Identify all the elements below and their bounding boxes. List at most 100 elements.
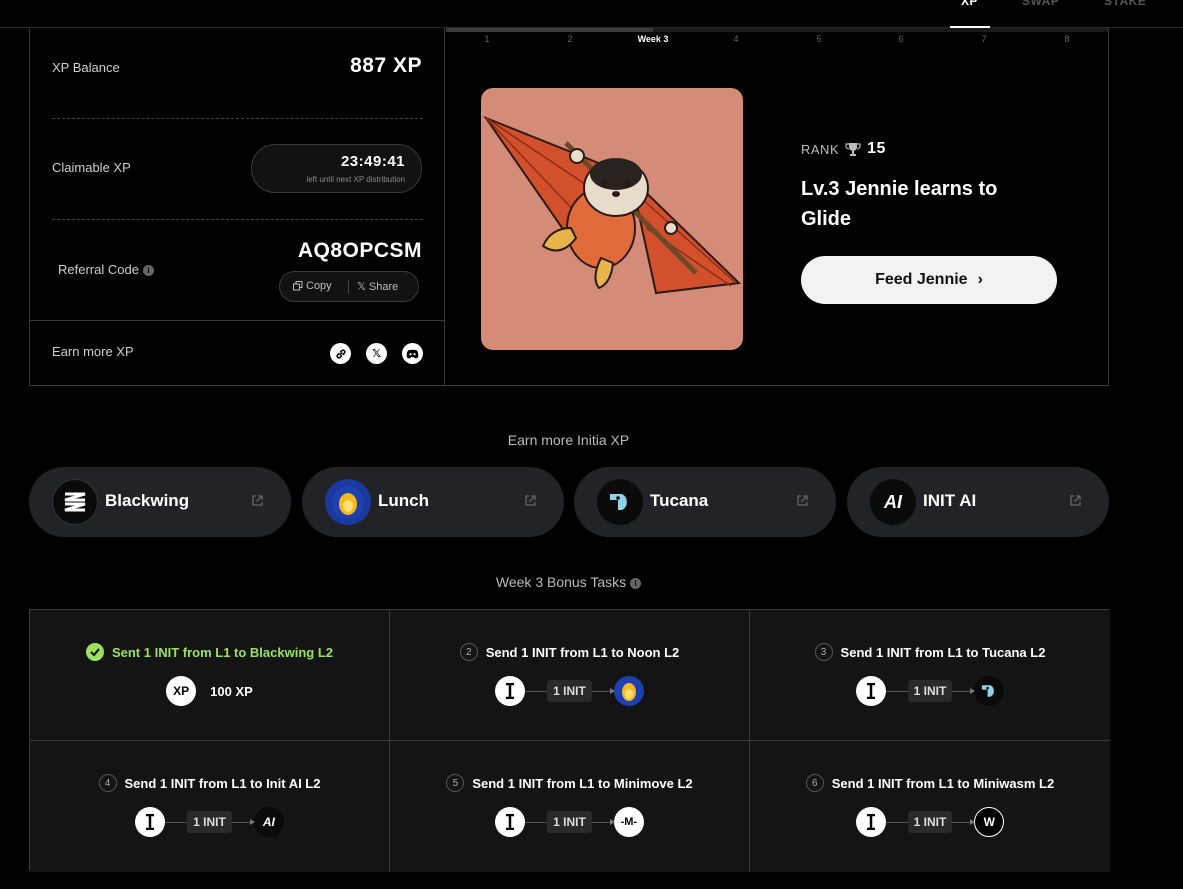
task-header: 6 Send 1 INIT from L1 to Miniwasm L2 xyxy=(750,774,1110,792)
init-token-icon xyxy=(855,807,886,837)
init-token-icon xyxy=(855,676,886,706)
x-icon: 𝕏 xyxy=(357,281,366,293)
task-flow: 1 INIT W xyxy=(750,807,1110,837)
tucana-icon xyxy=(974,676,1005,706)
nft-panel: RANK 15 Lv.3 Jennie learns to Glide Feed… xyxy=(444,28,1109,386)
tab-stake[interactable]: STAKE xyxy=(1104,0,1146,8)
referral-code-label-text: Referral Code xyxy=(58,262,139,277)
task-label: Send 1 INIT from L1 to Init AI L2 xyxy=(124,775,321,791)
app-card-tucana[interactable]: Tucana xyxy=(574,467,836,537)
app-card-init-ai[interactable]: AI INIT AI xyxy=(847,467,1109,537)
countdown-caption: left until next XP distribution xyxy=(306,175,405,184)
divider xyxy=(885,821,908,823)
app-card-lunch[interactable]: Lunch xyxy=(302,467,564,537)
copy-share-group: Copy 𝕏 Share xyxy=(279,271,419,302)
init-token-icon xyxy=(495,676,526,706)
external-link-icon xyxy=(252,495,263,506)
discord-icon[interactable] xyxy=(402,343,423,364)
task-card[interactable]: Sent 1 INIT from L1 to Blackwing L2 XP 1… xyxy=(30,610,390,741)
task-flow: 1 INIT -M- xyxy=(390,807,749,837)
divider xyxy=(348,280,349,294)
feed-jennie-label: Feed Jennie xyxy=(875,271,968,288)
divider xyxy=(165,821,188,823)
task-number: 5 xyxy=(446,774,465,792)
arrow-right-icon xyxy=(591,687,615,694)
app-name: INIT AI xyxy=(923,491,977,510)
xp-balance-value: 887 XP xyxy=(350,54,422,77)
task-header: 4 Send 1 INIT from L1 to Init AI L2 xyxy=(30,774,389,792)
task-label: Send 1 INIT from L1 to Minimove L2 xyxy=(472,775,693,791)
task-label: Send 1 INIT from L1 to Tucana L2 xyxy=(840,644,1046,660)
task-flow: 1 INIT xyxy=(390,676,749,706)
tab-swap[interactable]: SWAP xyxy=(1022,0,1059,8)
xp-badge-icon: XP xyxy=(166,676,197,706)
share-button[interactable]: 𝕏 Share xyxy=(357,280,399,294)
info-icon[interactable]: i xyxy=(630,577,642,589)
top-nav: XP SWAP STAKE xyxy=(0,0,1183,28)
arrow-right-icon xyxy=(591,818,615,825)
app-name: Lunch xyxy=(378,491,429,510)
jennie-nft-image xyxy=(481,88,743,350)
task-card[interactable]: 6 Send 1 INIT from L1 to Miniwasm L2 1 I… xyxy=(750,741,1110,872)
task-card[interactable]: 3 Send 1 INIT from L1 to Tucana L2 1 INI… xyxy=(750,610,1110,741)
trophy-icon xyxy=(845,142,861,156)
task-card[interactable]: 2 Send 1 INIT from L1 to Noon L2 1 INIT xyxy=(390,610,750,741)
earn-more-xp-label: Earn more XP xyxy=(52,344,134,359)
amount-badge: 1 INIT xyxy=(547,811,592,833)
amount-badge: 1 INIT xyxy=(907,680,953,702)
init-token-icon xyxy=(135,807,166,837)
feed-jennie-button[interactable]: Feed Jennie › xyxy=(801,256,1057,304)
reward-amount: 100 XP xyxy=(210,683,253,699)
x-icon[interactable]: 𝕏 xyxy=(366,343,387,364)
task-flow: 1 INIT xyxy=(750,676,1110,706)
check-circle-icon xyxy=(85,643,104,661)
task-card[interactable]: 5 Send 1 INIT from L1 to Minimove L2 1 I… xyxy=(390,741,750,872)
rank: RANK 15 xyxy=(801,140,886,158)
share-label: Share xyxy=(368,280,399,293)
rank-label: RANK xyxy=(801,141,840,157)
task-header: 2 Send 1 INIT from L1 to Noon L2 xyxy=(390,643,749,661)
task-number: 3 xyxy=(814,643,833,661)
tab-xp[interactable]: XP xyxy=(961,0,978,8)
divider xyxy=(52,219,423,220)
link-icon[interactable] xyxy=(330,343,351,364)
init-ai-icon: AI xyxy=(253,807,284,837)
copy-icon xyxy=(293,281,303,291)
app-card-blackwing[interactable]: Blackwing xyxy=(29,467,291,537)
task-label: Send 1 INIT from L1 to Miniwasm L2 xyxy=(831,775,1055,791)
arrow-right-icon xyxy=(952,687,976,694)
task-label: Sent 1 INIT from L1 to Blackwing L2 xyxy=(111,644,334,660)
xp-panel: XP Balance 887 XP Claimable XP 23:49:41 … xyxy=(29,28,445,386)
amount-badge: 1 INIT xyxy=(187,811,232,833)
app-name: Tucana xyxy=(650,491,709,510)
bonus-tasks-grid: Sent 1 INIT from L1 to Blackwing L2 XP 1… xyxy=(29,609,1110,872)
blackwing-icon xyxy=(52,479,98,525)
nft-title: Lv.3 Jennie learns to Glide xyxy=(801,178,998,230)
external-link-icon xyxy=(797,495,808,506)
task-number: 4 xyxy=(98,774,117,792)
copy-label: Copy xyxy=(306,280,332,292)
app-name: Blackwing xyxy=(105,491,190,510)
info-icon[interactable]: i xyxy=(142,265,154,277)
divider xyxy=(525,821,548,823)
earn-more-section-title: Earn more Initia XP xyxy=(507,432,630,448)
earn-more-xp-row: Earn more XP 𝕏 xyxy=(30,320,445,386)
task-label: Send 1 INIT from L1 to Noon L2 xyxy=(485,644,680,660)
xp-balance-label: XP Balance xyxy=(52,60,120,75)
referral-code-value: AQ8OPCSM xyxy=(297,239,422,262)
external-link-icon xyxy=(525,495,536,506)
miniwasm-icon: W xyxy=(974,807,1005,837)
divider xyxy=(52,118,423,119)
task-reward: XP 100 XP xyxy=(30,676,389,706)
task-number: 2 xyxy=(459,643,478,661)
noon-icon xyxy=(613,676,644,706)
task-header: 3 Send 1 INIT from L1 to Tucana L2 xyxy=(750,643,1110,661)
task-card[interactable]: 4 Send 1 INIT from L1 to Init AI L2 1 IN… xyxy=(30,741,390,872)
minimove-icon: -M- xyxy=(613,807,644,837)
copy-button[interactable]: Copy xyxy=(293,280,332,292)
claim-countdown: 23:49:41 left until next XP distribution xyxy=(251,144,422,193)
init-token-icon xyxy=(495,807,526,837)
rank-value: 15 xyxy=(867,140,886,157)
task-number: 6 xyxy=(805,774,824,792)
divider xyxy=(525,690,548,692)
